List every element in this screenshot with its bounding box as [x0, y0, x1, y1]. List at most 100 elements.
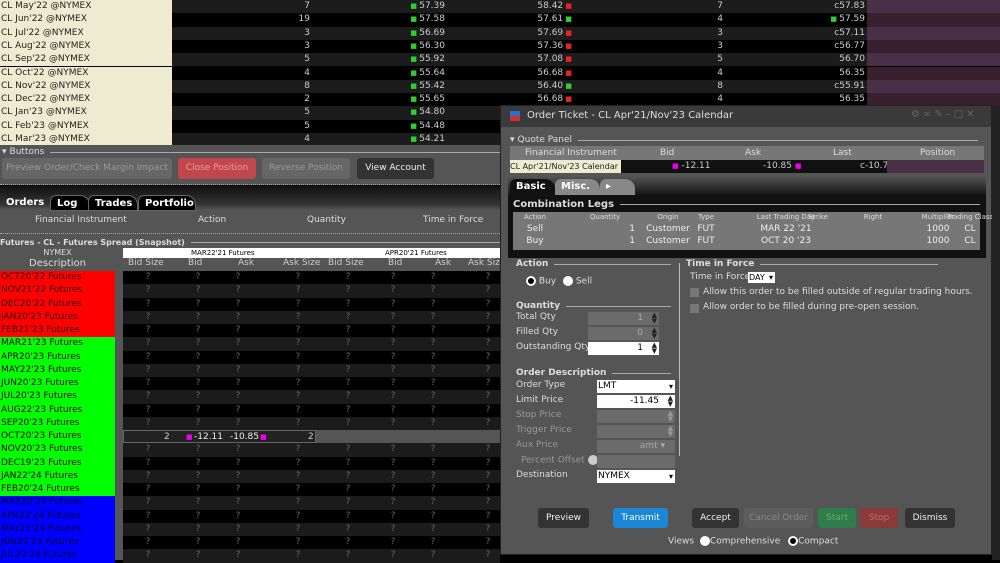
watchlist-row[interactable]: CL Aug'22 @NYMEX 3 ■ 56.30 57.36 ■ 3 c56.77: [0, 39, 1000, 54]
spread-row[interactable]: AUG22'23 Futures????????: [0, 403, 500, 417]
ask-cell: 56.68 ■: [520, 67, 572, 80]
spread-cells: ????????: [123, 324, 500, 338]
outside-rth-checkbox[interactable]: [690, 288, 699, 297]
spread-row[interactable]: JUL20'23 Futures????????: [0, 390, 500, 404]
pre-open-checkbox[interactable]: [690, 304, 699, 313]
tab-log[interactable]: Log: [50, 195, 90, 211]
tab-basic[interactable]: Basic: [510, 179, 555, 195]
instrument-cell: CL Jan'23 @NYMEX: [0, 106, 172, 120]
spread-row[interactable]: DEC20'22 Futures????????: [0, 297, 500, 311]
watchlist-row[interactable]: CL Nov'22 @NYMEX 8 ■ 55.42 56.40 ■ 8 c55.91: [0, 79, 1000, 94]
tif-select[interactable]: DAY: [748, 272, 775, 283]
spread-row[interactable]: MAY21'24 Futures????????: [0, 522, 500, 536]
spread-col-header[interactable]: Bid: [388, 258, 402, 268]
col-quantity[interactable]: Quantity: [307, 211, 346, 229]
window-controls[interactable]: ⚙∞✎–□✕: [911, 109, 978, 120]
tab-trades[interactable]: Trades: [88, 195, 138, 211]
accept-button[interactable]: Accept: [692, 508, 739, 528]
view-account-button[interactable]: View Account: [357, 158, 434, 179]
spread-row[interactable]: NOV20'23 Futures????????: [0, 443, 500, 457]
spread-row[interactable]: NOV21'22 Futures????????: [0, 284, 500, 298]
bid-value: 56.30: [419, 40, 445, 51]
order-type-select[interactable]: LMT: [597, 380, 675, 393]
cancel-order-button[interactable]: Cancel Order: [744, 508, 813, 528]
spread-cell-placeholder: ?: [345, 338, 351, 349]
spread-col-header[interactable]: Bid: [188, 258, 202, 268]
preview-margin-button[interactable]: Preview Order/Check Margin Impact: [2, 158, 172, 179]
spread-row[interactable]: APR22'24 Futures????????: [0, 509, 500, 523]
spread-cell-placeholder: ?: [195, 404, 201, 415]
collapse-icon[interactable]: ▾: [510, 135, 515, 145]
maximize-icon[interactable]: □: [954, 109, 966, 120]
col-financial-instrument[interactable]: Financial Instrument: [35, 211, 127, 229]
spread-row[interactable]: MAR21'23 Futures????????: [0, 337, 500, 351]
stop-button[interactable]: Stop: [860, 508, 898, 528]
close-icon[interactable]: ✕: [966, 109, 977, 120]
bid-cell: ■ 57.58: [400, 13, 445, 26]
group-apr20: APR20'21 Futures: [385, 249, 447, 257]
spread-row[interactable]: SEP20'23 Futures????????: [0, 416, 500, 430]
col-time-in-force[interactable]: Time in Force: [423, 211, 483, 229]
title-bar[interactable]: Order Ticket - CL Apr'21/Nov'23 Calendar…: [501, 106, 991, 127]
spread-row[interactable]: JUN20'23 Futures????????: [0, 377, 500, 391]
tab-misc[interactable]: Misc.: [555, 179, 600, 195]
spread-cell-placeholder: ?: [295, 484, 301, 494]
collapse-icon[interactable]: ▾: [2, 147, 7, 157]
spread-cell-placeholder: ?: [195, 417, 201, 428]
quote-panel-header[interactable]: ▾ Quote Panel: [510, 135, 978, 145]
spread-row[interactable]: FEB21'23 Futures????????: [0, 324, 500, 338]
stepper-icon[interactable]: ▲ ▼: [668, 395, 673, 408]
spread-row[interactable]: DEC19'23 Futures????????: [0, 456, 500, 470]
compact-radio[interactable]: [788, 536, 799, 546]
col-action[interactable]: Action: [198, 211, 226, 229]
stepper-icon[interactable]: ▲ ▼: [652, 342, 657, 355]
spread-col-header[interactable]: Ask: [238, 258, 254, 268]
watchlist-row[interactable]: CL May'22 @NYMEX 7 ■ 57.39 58.42 ■ 7 c57.83: [0, 0, 1000, 14]
reverse-position-button[interactable]: Reverse Position: [262, 158, 350, 179]
spread-row[interactable]: JUN20'24 Futures????????: [0, 536, 500, 550]
limit-price-input[interactable]: -11.45 ▲ ▼: [597, 395, 675, 408]
spread-row[interactable]: APR20'23 Futures????????: [0, 350, 500, 364]
spread-row[interactable]: OCT20'22 Futures????????: [0, 271, 500, 285]
start-button[interactable]: Start: [818, 508, 856, 528]
link-icon[interactable]: ∞: [923, 109, 934, 120]
destination-select[interactable]: NYMEX: [597, 470, 675, 483]
spread-col-header[interactable]: Bid Size: [328, 258, 364, 268]
spread-row[interactable]: JAN20'23 Futures????????: [0, 310, 500, 324]
quote-row[interactable]: CL Apr'21/Nov'23 Calendar ... ■ -12.11 -…: [510, 160, 984, 173]
spread-cell-placeholder: ?: [145, 497, 151, 508]
spread-col-header[interactable]: Bid Size: [128, 258, 164, 268]
spread-row[interactable]: JAN22'24 Futures????????: [0, 469, 500, 483]
settings-icon[interactable]: ⚙: [911, 109, 923, 120]
preview-button[interactable]: Preview: [538, 508, 589, 528]
tab-more-arrow-icon[interactable]: ▸: [600, 179, 635, 195]
close-position-button[interactable]: Close Position: [178, 158, 256, 179]
spread-cells: ????????: [123, 310, 500, 324]
buy-radio[interactable]: [526, 276, 536, 286]
outstanding-qty-input[interactable]: 1 ▲ ▼: [588, 342, 659, 355]
spread-row[interactable]: JUL22'24 Futures????????: [0, 549, 500, 563]
position-cell: [867, 0, 1000, 14]
transmit-button[interactable]: Transmit: [613, 508, 668, 528]
spread-col-header[interactable]: Ask: [435, 258, 451, 268]
spread-col-header[interactable]: Ask Size: [283, 258, 320, 268]
sell-radio[interactable]: [562, 276, 573, 286]
pin-icon[interactable]: ✎: [934, 109, 945, 120]
tab-portfolio[interactable]: Portfolio: [138, 195, 196, 211]
spread-row[interactable]: FEB20'24 Futures????????: [0, 483, 500, 497]
watchlist-row[interactable]: CL Jul'22 @NYMEX 3 ■ 56.69 57.69 ■ 3 c57.11: [0, 26, 1000, 40]
spread-row[interactable]: MAR20'24 Futures????????: [0, 496, 500, 510]
bid-cell: ■ 55.64: [400, 67, 445, 80]
watchlist-row[interactable]: CL Sep'22 @NYMEX 5 ■ 55.92 57.08 ■ 5 56.70: [0, 53, 1000, 67]
spread-row[interactable]: OCT20'23 Futures 2 ■ -12.11 -10.85 ■ 2: [0, 430, 500, 444]
comprehensive-radio[interactable]: [699, 536, 710, 546]
tab-orders[interactable]: Orders: [0, 195, 50, 211]
dismiss-button[interactable]: Dismiss: [905, 508, 955, 528]
spread-cell-placeholder: ?: [235, 523, 241, 534]
watchlist-row[interactable]: CL Oct'22 @NYMEX 4 ■ 55.64 56.68 ■ 4 56.35: [0, 66, 1000, 80]
minimize-icon[interactable]: –: [946, 109, 954, 120]
watchlist-row[interactable]: CL Jun'22 @NYMEX 19 ■ 57.58 57.61 ■ 4 ■ 57.59: [0, 13, 1000, 27]
outstanding-qty-label: Outstanding Qty: [516, 342, 591, 352]
ask-size-cell: 4: [717, 67, 723, 78]
spread-row[interactable]: MAY22'23 Futures????????: [0, 363, 500, 377]
